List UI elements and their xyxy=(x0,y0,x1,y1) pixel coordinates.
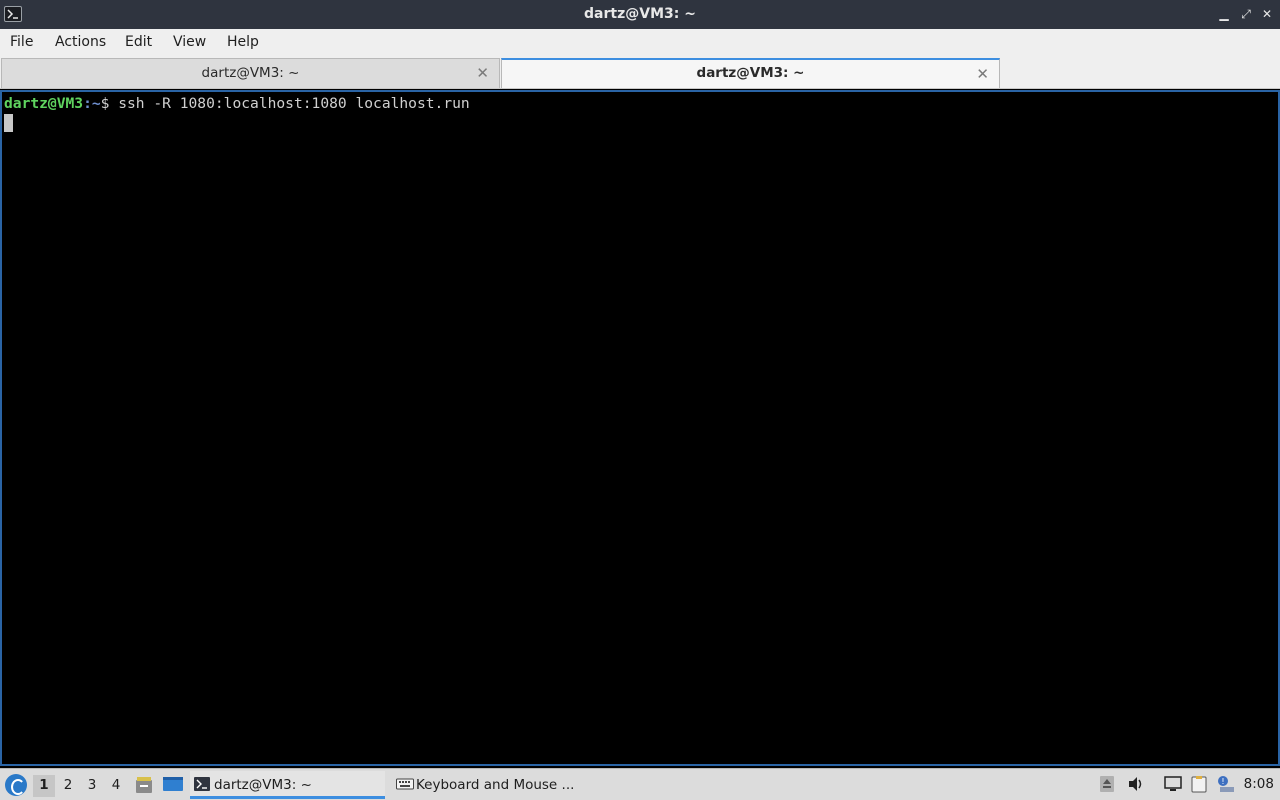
taskbar: 1 2 3 4 dartz@VM3: ~ Keyboard and Mouse … xyxy=(0,768,1280,800)
window-titlebar[interactable]: dartz@VM3: ~ ▁ ⤢ ✕ xyxy=(0,0,1280,29)
minimize-button[interactable]: ▁ xyxy=(1216,6,1232,22)
clipboard-icon[interactable] xyxy=(1190,775,1208,793)
tab-label: dartz@VM3: ~ xyxy=(201,65,300,81)
prompt-path: :~ xyxy=(83,95,101,112)
network-icon[interactable] xyxy=(1164,775,1182,793)
tab-close-icon[interactable]: ✕ xyxy=(476,64,489,82)
desktop-icon[interactable] xyxy=(162,775,184,795)
prompt-symbol: $ xyxy=(100,95,119,112)
tab-bar: dartz@VM3: ~ ✕ dartz@VM3: ~ ✕ xyxy=(0,57,1280,89)
menu-help[interactable]: Help xyxy=(227,34,259,50)
terminal-command: ssh -R 1080:localhost:1080 localhost.run xyxy=(118,95,470,112)
tab-label: dartz@VM3: ~ xyxy=(696,65,805,81)
workspace-4[interactable]: 4 xyxy=(105,775,127,797)
svg-text:!: ! xyxy=(1221,777,1224,786)
eject-icon[interactable] xyxy=(1098,775,1116,793)
menu-view[interactable]: View xyxy=(173,34,206,50)
terminal-icon xyxy=(194,777,210,791)
menu-actions[interactable]: Actions xyxy=(55,34,106,50)
task-label: dartz@VM3: ~ xyxy=(214,777,312,793)
menu-bar: File Actions Edit View Help xyxy=(0,29,1280,57)
notification-icon[interactable]: ! xyxy=(1216,775,1234,793)
maximize-button[interactable]: ⤢ xyxy=(1238,6,1254,22)
file-manager-icon[interactable] xyxy=(134,775,156,795)
prompt-user: dartz@VM3 xyxy=(4,95,84,112)
tab-terminal-2[interactable]: dartz@VM3: ~ ✕ xyxy=(501,58,1000,88)
close-button[interactable]: ✕ xyxy=(1259,6,1275,22)
workspace-1[interactable]: 1 xyxy=(33,775,55,797)
task-keyboard-mouse[interactable]: Keyboard and Mouse ... xyxy=(392,771,592,799)
workspace-2[interactable]: 2 xyxy=(57,775,79,797)
workspace-3[interactable]: 3 xyxy=(81,775,103,797)
terminal-command-line: dartz@VM3:~$ ssh -R 1080:localhost:1080 … xyxy=(4,95,470,112)
start-menu-icon[interactable] xyxy=(5,774,27,796)
menu-file[interactable]: File xyxy=(10,34,33,50)
clock[interactable]: 8:08 xyxy=(1244,776,1274,792)
volume-icon[interactable] xyxy=(1127,775,1145,793)
menu-edit[interactable]: Edit xyxy=(125,34,152,50)
terminal-area[interactable]: dartz@VM3:~$ ssh -R 1080:localhost:1080 … xyxy=(0,90,1280,766)
window-title: dartz@VM3: ~ xyxy=(584,6,696,22)
task-label: Keyboard and Mouse ... xyxy=(416,777,575,793)
tab-terminal-1[interactable]: dartz@VM3: ~ ✕ xyxy=(1,58,500,88)
task-terminal[interactable]: dartz@VM3: ~ xyxy=(190,771,385,799)
tab-close-icon[interactable]: ✕ xyxy=(976,65,989,83)
keyboard-icon xyxy=(396,777,414,791)
terminal-cursor xyxy=(4,114,13,132)
